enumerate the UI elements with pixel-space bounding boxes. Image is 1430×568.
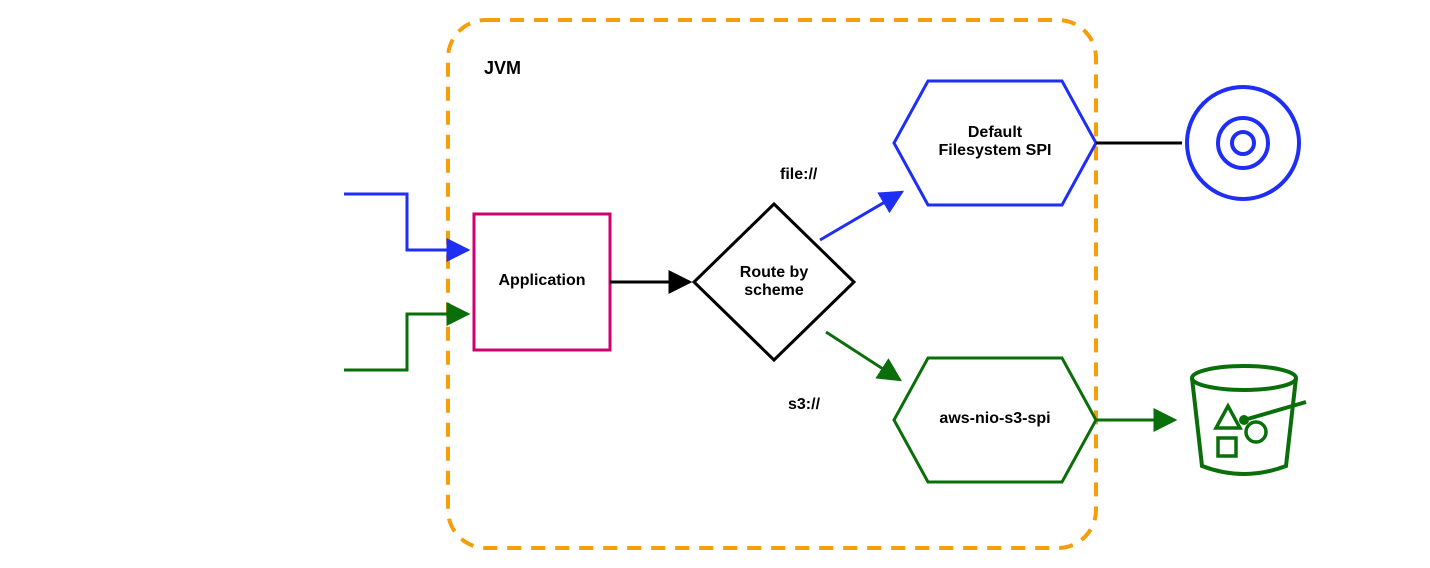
file-scheme-label: file://: [780, 166, 817, 184]
defaultfs-label-line2: Filesystem SPI: [939, 142, 1052, 159]
disk-icon: [1187, 87, 1299, 199]
application-label: Application: [474, 272, 610, 290]
jvm-label: JVM: [484, 58, 521, 79]
bucket-icon: [1192, 366, 1306, 474]
router-label: Route by scheme: [714, 264, 834, 300]
router-label-line2: scheme: [744, 282, 804, 299]
s3spi-label: aws-nio-s3-spi: [898, 410, 1092, 428]
s3-scheme-label: s3://: [788, 396, 820, 414]
router-to-defaultfs-arrow: [820, 192, 902, 240]
router-label-line1: Route by: [740, 264, 808, 281]
router-to-s3spi-arrow: [826, 332, 900, 380]
defaultfs-label-line1: Default: [968, 124, 1022, 141]
defaultfs-label: Default Filesystem SPI: [898, 124, 1092, 160]
